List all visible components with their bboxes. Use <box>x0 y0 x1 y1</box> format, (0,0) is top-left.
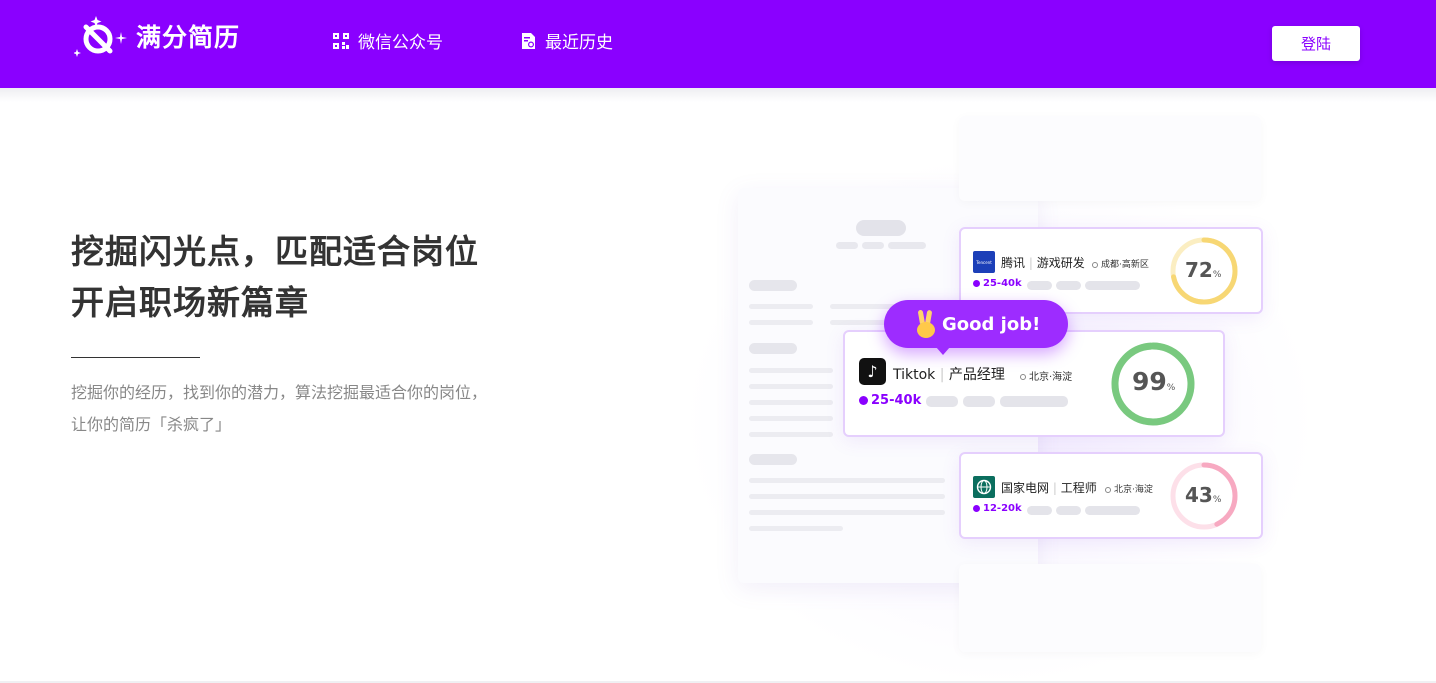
hero-title-line2: 开启职场新篇章 <box>71 283 309 322</box>
match-score: 43% <box>1185 483 1222 507</box>
location-pin-icon <box>1020 374 1026 380</box>
tag-pill <box>1027 506 1052 515</box>
job-company: 腾讯 <box>1001 256 1026 270</box>
job-location: 北京·海淀 <box>1114 485 1153 495</box>
bg-panel-top <box>959 116 1261 201</box>
location-pin-icon <box>1105 486 1111 493</box>
match-score: 99% <box>1132 367 1176 396</box>
hero-subtitle-line2: 让你的简历「杀疯了」 <box>71 415 232 434</box>
job-company: 国家电网 <box>1001 481 1050 495</box>
job-salary: 25-40k <box>983 278 1022 289</box>
tiktok-logo: ♪ <box>859 358 886 385</box>
hero-divider <box>71 357 200 358</box>
hero-title-line1: 挖掘闪光点，匹配适合岗位 <box>71 232 479 271</box>
tag-pill <box>1056 281 1081 290</box>
top-header: 满分简历 微信公众号 最近历史 登陆 <box>0 0 1436 88</box>
tag-pill <box>1027 281 1052 290</box>
job-salary: 25-40k <box>871 393 922 408</box>
brand-name: 满分简历 <box>136 23 241 52</box>
nav-history-label: 最近历史 <box>545 33 613 53</box>
location-pin-icon <box>1092 261 1098 268</box>
job-card-stategrid[interactable]: 国家电网 | 工程师 北京·海淀 12-20k 43% <box>959 452 1263 539</box>
login-button[interactable]: 登陆 <box>1272 26 1360 61</box>
history-icon <box>522 32 535 49</box>
nav-wechat[interactable]: 微信公众号 <box>333 28 443 53</box>
salary-icon <box>973 279 980 287</box>
nav-wechat-label: 微信公众号 <box>358 33 443 53</box>
tag-pill <box>963 396 995 407</box>
salary-icon <box>973 504 980 512</box>
job-location: 北京·海淀 <box>1029 372 1073 383</box>
tag-pill <box>1085 281 1140 290</box>
stategrid-logo <box>973 476 995 498</box>
tag-pill <box>926 396 958 407</box>
match-score: 72% <box>1185 258 1222 282</box>
hero-illustration: Tencent 腾讯 | 游戏研发 成都·高新区 25-40k 72% ♪ Ti… <box>650 100 1350 680</box>
hero-title: 挖掘闪光点，匹配适合岗位 开启职场新篇章 <box>71 226 479 328</box>
salary-icon <box>859 396 868 405</box>
nav-history[interactable]: 最近历史 <box>521 28 613 53</box>
tag-pill <box>1056 506 1081 515</box>
hero-subtitle-line1: 挖掘你的经历，找到你的潜力，算法挖掘最适合你的岗位， <box>71 383 488 402</box>
job-salary: 12-20k <box>983 503 1022 514</box>
good-job-text: Good job! <box>942 313 1041 335</box>
bg-panel-bottom <box>959 564 1261 652</box>
tag-pill <box>1085 506 1140 515</box>
job-role: 产品经理 <box>948 367 1005 383</box>
qr-code-icon <box>333 32 349 49</box>
job-company: Tiktok <box>893 367 936 383</box>
good-job-badge: Good job! <box>884 300 1068 355</box>
hero-subtitle: 挖掘你的经历，找到你的潜力，算法挖掘最适合你的岗位， 让你的简历「杀疯了」 <box>71 377 541 441</box>
job-location: 成都·高新区 <box>1101 260 1149 270</box>
job-role: 游戏研发 <box>1036 256 1085 270</box>
tencent-logo: Tencent <box>973 251 995 273</box>
victory-hand-icon <box>917 309 935 338</box>
tag-pill <box>1000 396 1068 407</box>
job-role: 工程师 <box>1060 481 1097 495</box>
logo-icon <box>74 16 127 57</box>
brand-logo[interactable]: 满分简历 <box>74 14 240 58</box>
